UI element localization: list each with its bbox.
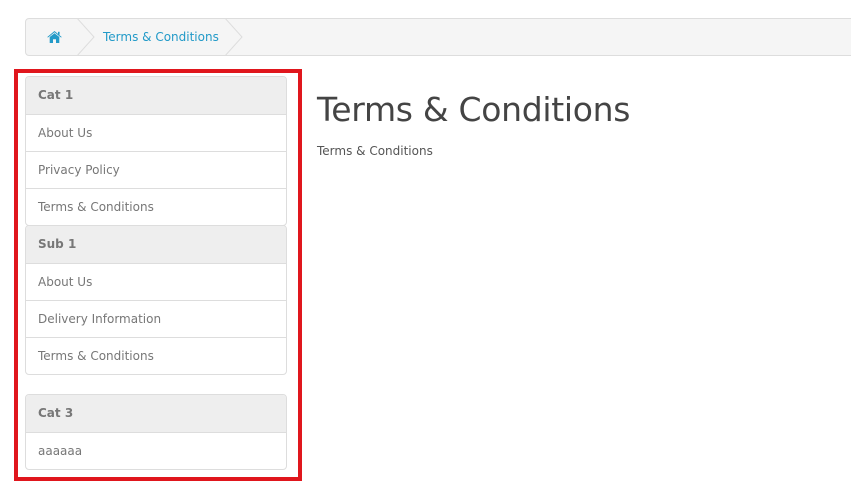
breadcrumb-separator	[225, 19, 243, 55]
breadcrumb: Terms & Conditions	[25, 18, 851, 56]
page-body-text: Terms & Conditions	[317, 144, 433, 158]
breadcrumb-home-link[interactable]	[45, 19, 63, 55]
home-icon	[46, 31, 62, 43]
breadcrumb-item-terms[interactable]: Terms & Conditions	[103, 19, 219, 55]
sidebar-highlight-box	[14, 69, 302, 481]
page-title: Terms & Conditions	[317, 90, 631, 129]
breadcrumb-separator	[77, 19, 95, 55]
